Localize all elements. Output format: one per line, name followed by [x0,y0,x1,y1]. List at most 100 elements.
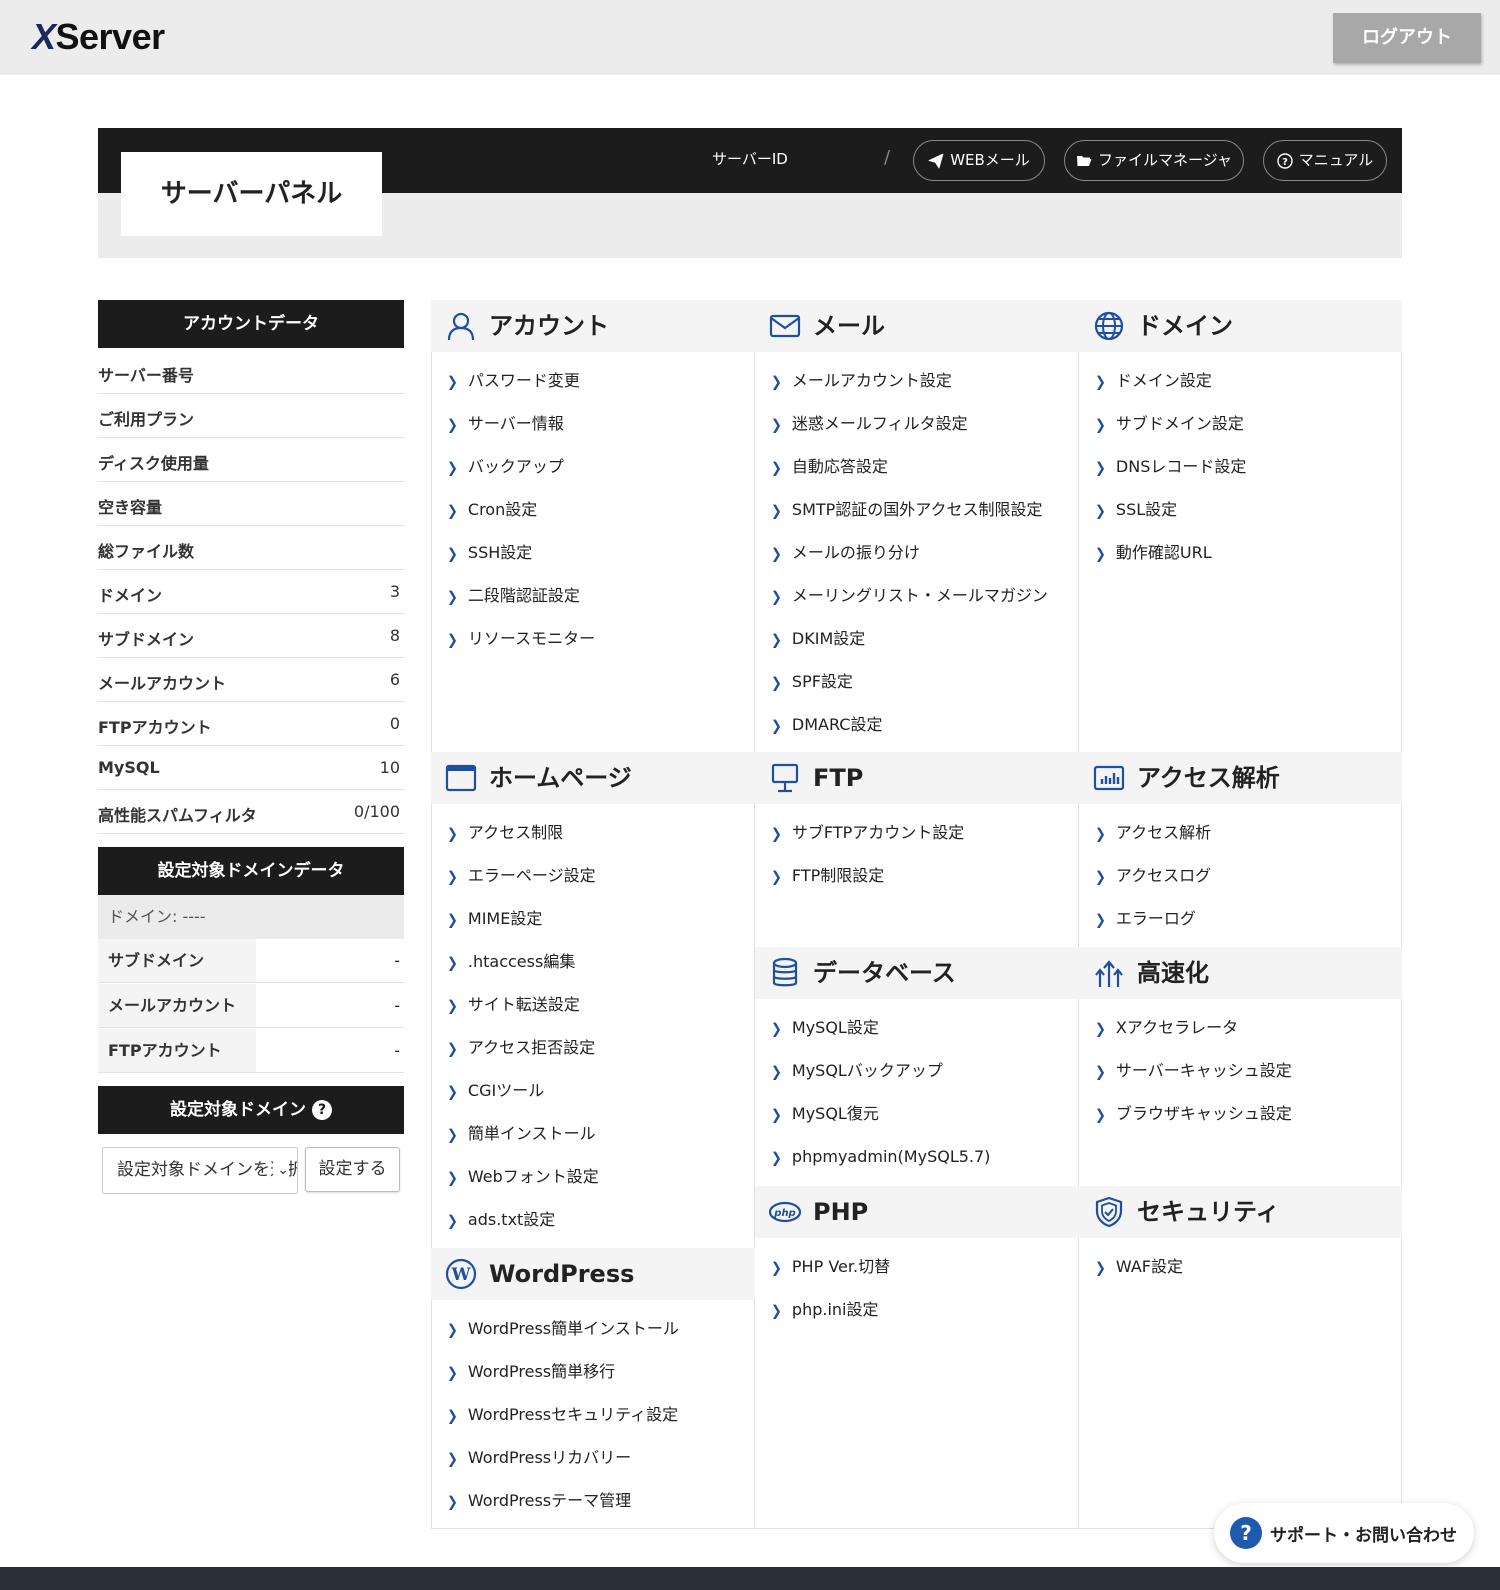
menu-item-wordpress[interactable]: ❯ WordPress簡単移行 [447,1361,615,1385]
menu-item-homepage[interactable]: ❯ エラーページ設定 [447,865,596,889]
menu-item-wordpress[interactable]: ❯ WordPress簡単インストール [447,1318,679,1342]
menu-item-speed[interactable]: ❯ サーバーキャッシュ設定 [1095,1060,1292,1084]
section-title: アカウント [489,312,609,340]
row-value: - [394,951,400,970]
row-label: サブドメイン [98,939,256,982]
menu-item-label: WordPressセキュリティ設定 [467,1405,679,1424]
webmail-label: WEBメール [950,151,1030,169]
webmail-button[interactable]: WEBメール [913,140,1045,181]
section-title: ホームページ [489,764,632,792]
menu-item-mail[interactable]: ❯ 自動応答設定 [771,456,888,480]
menu-item-mail[interactable]: ❯ 迷惑メールフィルタ設定 [771,413,968,437]
row-label: FTPアカウント [98,1029,256,1072]
svg-text:W: W [450,1265,471,1285]
menu-item-homepage[interactable]: ❯ CGIツール [447,1080,544,1104]
chevron-right-icon: ❯ [1095,1260,1106,1277]
row-label: メールアカウント [98,984,256,1027]
chevron-right-icon: ❯ [771,1303,782,1320]
menu-item-label: ブラウザキャッシュ設定 [1115,1104,1292,1123]
section-header-security: セキュリティ [1079,1186,1402,1238]
menu-item-label: php.ini設定 [791,1300,879,1319]
account-data-row: メールアカウント 6 [98,658,404,702]
logout-button[interactable]: ログアウト [1333,13,1481,63]
menu-item-mail[interactable]: ❯ メールの振り分け [771,542,920,566]
menu-item-mail[interactable]: ❯ メーリングリスト・メールマガジン [771,585,1048,609]
menu-item-homepage[interactable]: ❯ アクセス制限 [447,822,563,846]
menu-item-security[interactable]: ❯ WAF設定 [1095,1256,1183,1280]
menu-item-mail[interactable]: ❯ DMARC設定 [771,714,882,738]
section-title: メール [813,312,885,340]
xserver-logo[interactable]: XServer [32,16,165,58]
menu-item-homepage[interactable]: ❯ 簡単インストール [447,1123,596,1147]
menu-item-database[interactable]: ❯ MySQL設定 [771,1017,879,1041]
menu-item-ftp[interactable]: ❯ サブFTPアカウント設定 [771,822,964,846]
menu-item-wordpress[interactable]: ❯ WordPressセキュリティ設定 [447,1404,678,1428]
menu-item-homepage[interactable]: ❯ ads.txt設定 [447,1209,555,1233]
menu-item-wordpress[interactable]: ❯ WordPressテーマ管理 [447,1490,631,1514]
menu-item-mail[interactable]: ❯ SMTP認証の国外アクセス制限設定 [771,499,1043,523]
chevron-right-icon: ❯ [1095,869,1106,886]
shield-icon [1093,1196,1125,1228]
menu-item-speed[interactable]: ❯ Xアクセラレータ [1095,1017,1238,1041]
menu-item-label: ドメイン設定 [1115,371,1212,390]
help-icon[interactable]: ? [312,1100,332,1120]
domain-data-header: 設定対象ドメインデータ [98,847,404,895]
logo-text: Server [55,16,166,57]
menu-item-label: サーバーキャッシュ設定 [1115,1061,1292,1080]
menu-item-database[interactable]: ❯ MySQLバックアップ [771,1060,943,1084]
menu-item-homepage[interactable]: ❯ MIME設定 [447,908,542,932]
menu-item-account[interactable]: ❯ パスワード変更 [447,370,580,394]
manual-label: マニュアル [1298,151,1374,169]
menu-item-account[interactable]: ❯ リソースモニター [447,628,595,652]
chevron-right-icon: ❯ [447,1451,458,1468]
menu-item-homepage[interactable]: ❯ サイト転送設定 [447,994,580,1018]
set-domain-button[interactable]: 設定する [305,1147,400,1192]
menu-item-domain[interactable]: ❯ DNSレコード設定 [1095,456,1246,480]
chevron-right-icon: ❯ [771,460,782,477]
menu-item-analytics[interactable]: ❯ アクセス解析 [1095,822,1211,846]
menu-item-domain[interactable]: ❯ サブドメイン設定 [1095,413,1244,437]
menu-item-ftp[interactable]: ❯ FTP制限設定 [771,865,884,889]
bar-chart-icon [1093,762,1125,794]
domain-select[interactable]: 設定対象ドメインを選択 ⌄ [102,1147,298,1194]
menu-item-php[interactable]: ❯ PHP Ver.切替 [771,1256,890,1280]
menu-item-database[interactable]: ❯ phpmyadmin(MySQL5.7) [771,1146,990,1170]
chevron-right-icon: ❯ [447,1365,458,1382]
menu-item-account[interactable]: ❯ Cron設定 [447,499,537,523]
menu-item-database[interactable]: ❯ MySQL復元 [771,1103,879,1127]
account-data-row: 総ファイル数 [98,526,404,570]
menu-item-label: エラーページ設定 [467,866,596,885]
chevron-right-icon: ❯ [447,546,458,563]
menu-item-domain[interactable]: ❯ ドメイン設定 [1095,370,1212,394]
menu-item-homepage[interactable]: ❯ .htaccess編集 [447,951,575,975]
menu-item-account[interactable]: ❯ SSH設定 [447,542,532,566]
menu-item-label: DKIM設定 [791,629,866,648]
menu-item-mail[interactable]: ❯ メールアカウント設定 [771,370,952,394]
file-manager-button[interactable]: ファイルマネージャ [1064,140,1244,181]
menu-item-domain[interactable]: ❯ SSL設定 [1095,499,1177,523]
php-icon: php [768,1196,802,1228]
manual-button[interactable]: ? マニュアル [1263,140,1387,181]
menu-item-account[interactable]: ❯ 二段階認証設定 [447,585,580,609]
menu-item-homepage[interactable]: ❯ Webフォント設定 [447,1166,599,1190]
menu-item-mail[interactable]: ❯ DKIM設定 [771,628,865,652]
menu-item-account[interactable]: ❯ サーバー情報 [447,413,564,437]
row-value: 8 [389,626,400,645]
account-data-row: ご利用プラン [98,394,404,438]
menu-item-speed[interactable]: ❯ ブラウザキャッシュ設定 [1095,1103,1292,1127]
menu-item-php[interactable]: ❯ php.ini設定 [771,1299,878,1323]
chevron-right-icon: ❯ [771,503,782,520]
menu-item-domain[interactable]: ❯ 動作確認URL [1095,542,1212,566]
section-title: ドメイン [1137,312,1233,340]
section-header-homepage: ホームページ [431,752,755,804]
menu-item-analytics[interactable]: ❯ エラーログ [1095,908,1196,932]
section-title: アクセス解析 [1137,764,1280,792]
support-button[interactable]: ? サポート・お問い合わせ [1214,1503,1474,1563]
menu-item-wordpress[interactable]: ❯ WordPressリカバリー [447,1447,631,1471]
menu-item-analytics[interactable]: ❯ アクセスログ [1095,865,1211,889]
chevron-right-icon: ❯ [771,1150,782,1167]
menu-item-mail[interactable]: ❯ SPF設定 [771,671,853,695]
menu-item-homepage[interactable]: ❯ アクセス拒否設定 [447,1037,595,1061]
menu-item-account[interactable]: ❯ バックアップ [447,456,564,480]
section-header-database: データベース [755,947,1079,999]
